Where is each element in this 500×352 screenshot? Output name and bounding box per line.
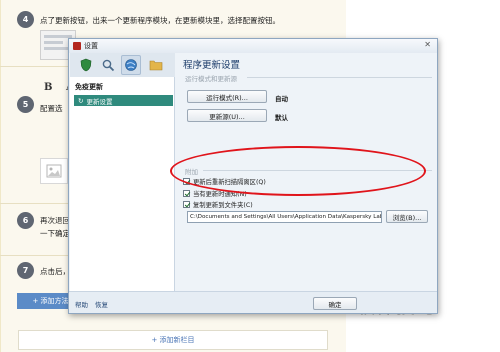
dialog-titlebar[interactable]: 设置 ✕ bbox=[69, 39, 437, 53]
close-icon[interactable]: ✕ bbox=[424, 40, 431, 49]
folder-icon[interactable] bbox=[146, 55, 166, 75]
group-label-additional: 附加 bbox=[185, 168, 198, 176]
ok-button[interactable]: 确定 bbox=[313, 297, 357, 310]
update-source-button[interactable]: 更新源(U)... bbox=[187, 109, 267, 122]
sidebar-item-update-settings[interactable]: ↻ 更新设置 bbox=[74, 95, 173, 106]
search-icon[interactable] bbox=[98, 55, 118, 75]
shield-icon[interactable] bbox=[76, 55, 96, 75]
sidebar-item-label: 更新设置 bbox=[86, 97, 113, 106]
dialog-title: 设置 bbox=[84, 42, 98, 50]
step-6-text-line1: 再次退回 bbox=[40, 216, 70, 225]
update-source-value: 默认 bbox=[275, 114, 288, 122]
step-5-text: 配置选 bbox=[40, 104, 63, 113]
step-number-badge: 6 bbox=[17, 212, 34, 229]
update-arrow-icon: ↻ bbox=[78, 96, 84, 105]
divider bbox=[247, 77, 432, 78]
checkbox-checked[interactable] bbox=[183, 178, 190, 185]
run-mode-value: 自动 bbox=[275, 95, 288, 103]
step-4-text: 点了更新按钮，出来一个更新程序模块，在更新模块里，选择配置按钮。 bbox=[40, 16, 280, 25]
add-column-button[interactable]: + 添加新栏目 bbox=[18, 330, 328, 350]
divider bbox=[203, 170, 432, 171]
section-title: 程序更新设置 bbox=[183, 60, 241, 71]
restore-link[interactable]: 恢复 bbox=[95, 299, 108, 309]
bold-button[interactable]: B bbox=[44, 82, 52, 93]
step-number-badge: 4 bbox=[17, 11, 34, 28]
group-label-run-mode: 运行模式和更新源 bbox=[185, 75, 237, 83]
checkbox-checked[interactable] bbox=[183, 190, 190, 197]
image-placeholder-icon[interactable] bbox=[40, 158, 68, 184]
step-number-badge: 5 bbox=[17, 96, 34, 113]
checkbox-label: 更新后重新扫描隔离区(Q) bbox=[193, 179, 266, 186]
checkbox-copy-to-folder[interactable]: 复制更新到文件夹(C) bbox=[183, 200, 253, 209]
checkbox-checked[interactable] bbox=[183, 201, 190, 208]
kaspersky-logo-icon bbox=[73, 42, 81, 50]
checkbox-label: 当有更新时通知(N) bbox=[193, 191, 247, 198]
checkbox-label: 复制更新到文件夹(C) bbox=[193, 202, 253, 209]
settings-sidebar: 免疫更新 ↻ 更新设置 bbox=[70, 77, 175, 293]
settings-content: 程序更新设置 运行模式和更新源 运行模式(R)... 自动 更新源(U)... … bbox=[177, 53, 437, 293]
step-number-badge: 7 bbox=[17, 262, 34, 279]
update-globe-icon[interactable] bbox=[121, 55, 141, 75]
step-7-text: 点击后， bbox=[40, 267, 70, 276]
browse-button[interactable]: 浏览(B)... bbox=[386, 210, 428, 223]
category-toolbar bbox=[70, 53, 175, 77]
run-mode-button[interactable]: 运行模式(R)... bbox=[187, 90, 267, 103]
checkbox-rescan-quarantine[interactable]: 更新后重新扫描隔离区(Q) bbox=[183, 177, 266, 186]
settings-dialog: 设置 ✕ 免疫更新 ↻ 更新设置 程序更新设置 运行模式和更新源 运行模式(R)… bbox=[68, 38, 438, 314]
help-link[interactable]: 帮助 bbox=[75, 299, 88, 309]
dialog-footer: 帮助 恢复 确定 bbox=[69, 291, 437, 313]
sidebar-heading: 免疫更新 bbox=[75, 83, 103, 91]
folder-path-field[interactable]: C:\Documents and Settings\All Users\Appl… bbox=[187, 211, 382, 223]
step-6-text-line2: 一下确定 bbox=[40, 229, 70, 238]
checkbox-notify-updates[interactable]: 当有更新时通知(N) bbox=[183, 189, 247, 198]
